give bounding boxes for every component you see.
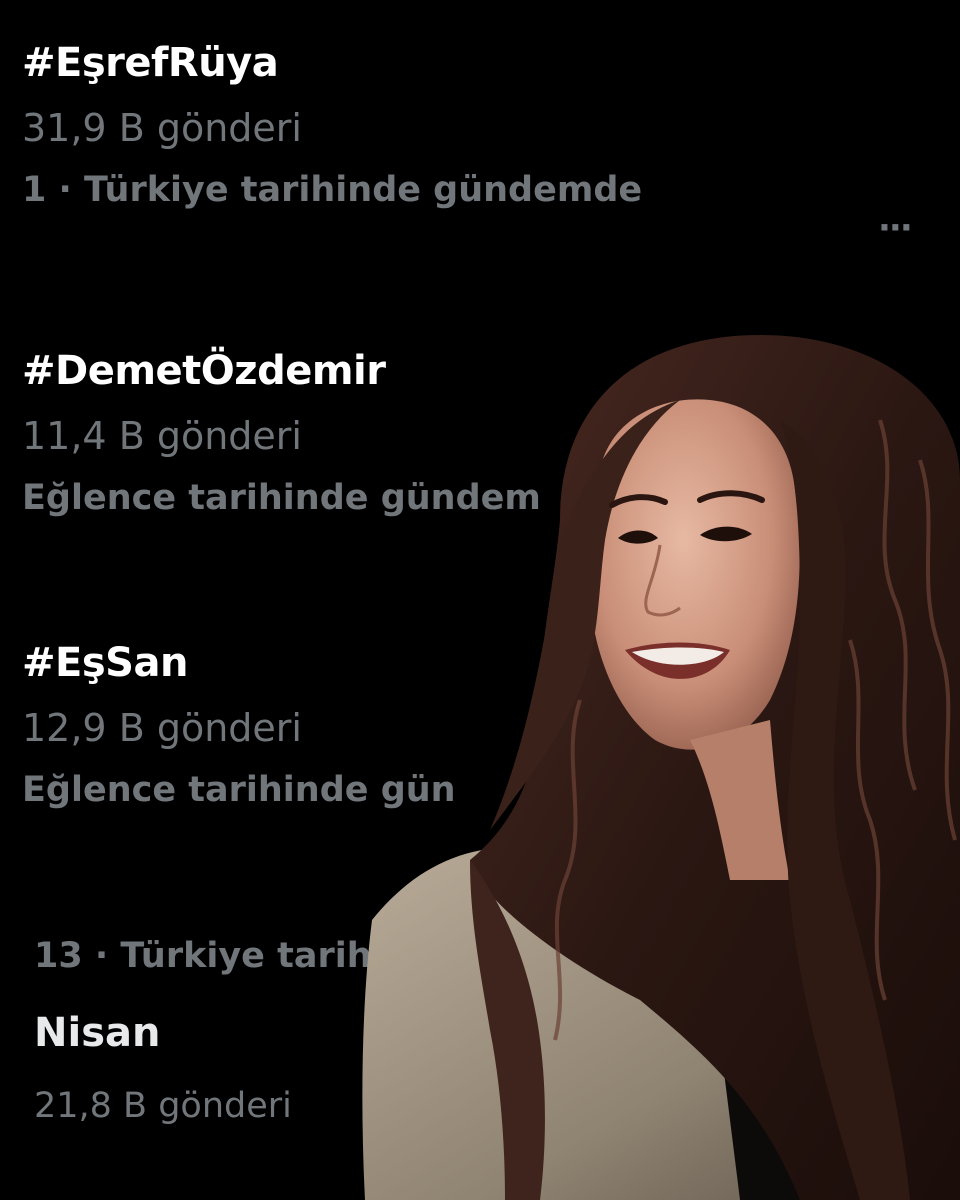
portrait-photo [362,335,960,1200]
